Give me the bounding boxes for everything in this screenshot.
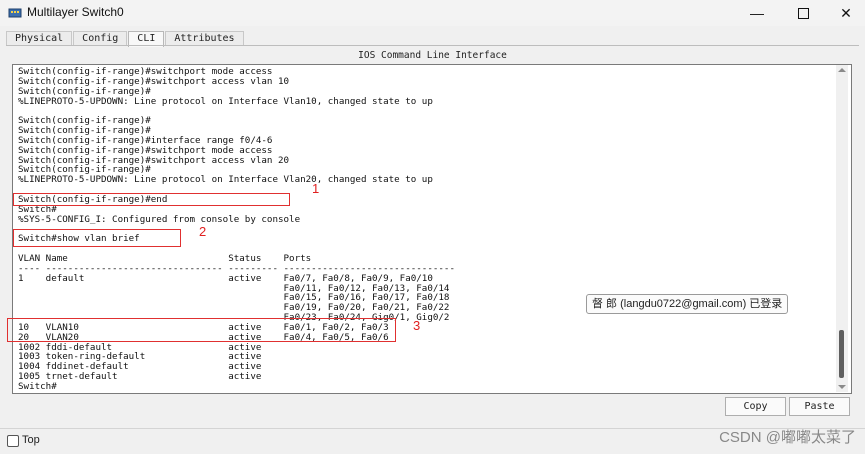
login-tooltip: 督 郎 (langdu0722@gmail.com) 已登录: [586, 294, 789, 314]
watermark: CSDN @嘟嘟太菜了: [719, 429, 856, 446]
annotation-box-show-vlan: [13, 229, 181, 247]
annotation-number-2: 2: [199, 224, 207, 239]
close-button[interactable]: ✕: [823, 0, 865, 26]
paste-button[interactable]: Paste: [789, 397, 850, 416]
scroll-thumb[interactable]: [839, 330, 844, 378]
annotation-number-1: 1: [312, 181, 320, 196]
window-title: Multilayer Switch0: [27, 5, 124, 19]
minimize-button[interactable]: —: [734, 0, 780, 26]
console-line: %SYS-5-CONFIG_I: Configured from console…: [18, 213, 301, 225]
top-checkbox[interactable]: [7, 435, 19, 447]
console-line: 1005 trnet-default active: [18, 371, 262, 383]
tab-attributes[interactable]: Attributes: [165, 31, 244, 46]
tab-physical[interactable]: Physical: [6, 31, 73, 46]
cli-header: IOS Command Line Interface: [358, 50, 507, 61]
minimize-icon: —: [750, 5, 764, 21]
console-line: %LINEPROTO-5-UPDOWN: Line protocol on In…: [18, 174, 433, 186]
tab-divider: [6, 45, 859, 46]
annotation-box-vlans: [7, 318, 396, 342]
copy-button[interactable]: Copy: [725, 397, 786, 416]
close-icon: ✕: [840, 4, 852, 21]
top-label: Top: [22, 434, 40, 446]
console-scrollbar[interactable]: [836, 65, 848, 392]
console-line: %LINEPROTO-5-UPDOWN: Line protocol on In…: [18, 95, 433, 107]
title-bar: Multilayer Switch0 — ✕: [0, 0, 865, 26]
annotation-number-3: 3: [413, 318, 421, 333]
annotation-box-end: [13, 193, 290, 206]
cisco-switch-icon: [8, 8, 22, 18]
maximize-icon: [797, 7, 809, 19]
tab-config[interactable]: Config: [73, 31, 128, 46]
scroll-up-icon[interactable]: [838, 68, 846, 72]
tab-bar: Physical Config CLI Attributes: [6, 31, 245, 47]
scroll-down-icon[interactable]: [838, 385, 846, 389]
maximize-button[interactable]: [780, 0, 826, 26]
console-line: Switch#: [18, 381, 57, 392]
